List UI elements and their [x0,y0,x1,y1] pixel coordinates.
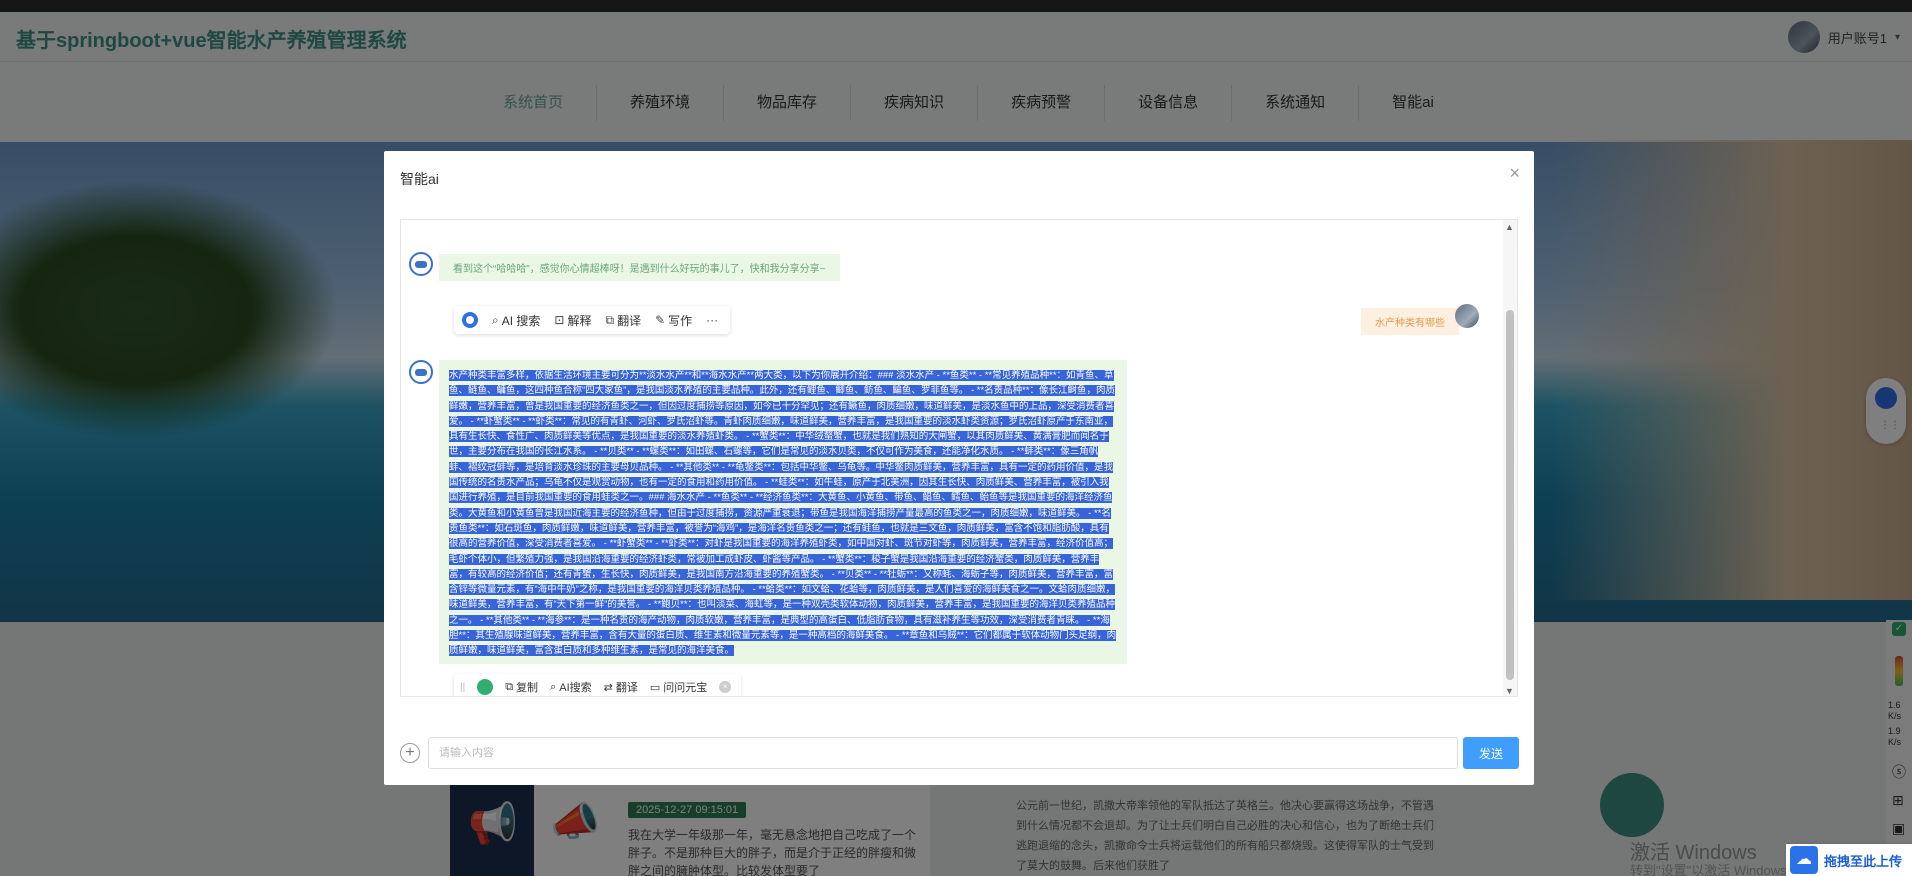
bot-answer-text[interactable]: 水产种类丰富多样，依据生活环境主要可分为**淡水水产**和**海水水产**两大类… [449,370,1117,657]
ai-search-label: AI 搜索 [501,313,541,328]
assistant-logo-icon[interactable] [462,312,478,328]
explain-label: 解释 [567,313,592,328]
ask-yuanbao-label: 问问元宝 [663,682,708,694]
explain-button[interactable]: ⊡ 解释 [554,312,591,329]
translate-icon: ⧉ [605,312,615,327]
write-button[interactable]: ✎ 写作 [655,312,692,329]
copy-icon: ⧉ [505,680,514,693]
chat-input-row: + 发送 [400,737,1519,769]
add-attachment-button[interactable]: + [400,743,420,763]
explain-icon: ⊡ [554,313,565,327]
ai-search-button[interactable]: ⌕ AI搜索 [550,679,592,695]
upload-label: 拖拽至此上传 [1824,853,1903,869]
translate-button[interactable]: ⧉ 翻译 [606,312,642,329]
bot-message: 看到这个“哈哈哈”，感觉你心情超棒呀！是遇到什么好玩的事儿了，快和我分享分享~ [439,254,840,281]
more-icon[interactable]: ··· [706,313,718,327]
user-avatar [1455,304,1479,328]
cloud-upload-icon: ☁ [1790,846,1818,874]
translate-button[interactable]: ⇄ 翻译 [604,679,638,695]
bot-avatar-icon [409,252,433,276]
send-button[interactable]: 发送 [1463,737,1519,769]
ai-search-button[interactable]: ⌕ AI 搜索 [492,312,540,329]
dialog-title: 智能ai [400,171,439,187]
chat-icon: ▭ [649,681,661,694]
close-icon[interactable]: × [719,681,732,693]
selection-toolbar: ⌕ AI 搜索 ⊡ 解释 ⧉ 翻译 ✎ 写作 ··· [454,306,731,334]
copy-label: 复制 [516,682,539,694]
upload-dropzone[interactable]: ☁ 拖拽至此上传 [1786,844,1912,876]
copy-button[interactable]: ⧉ 复制 [505,679,538,695]
user-message: 水产种类有哪些 [1361,308,1459,335]
scroll-down-icon[interactable]: ▼ [1505,686,1514,696]
translate-label: 翻译 [615,682,638,694]
write-label: 写作 [668,313,693,328]
yuanbao-logo-icon[interactable] [477,679,494,695]
close-icon[interactable]: × [1509,163,1520,184]
search-icon: ⌕ [550,680,557,693]
drag-handle-icon[interactable]: || [460,682,465,693]
translate-label: 翻译 [617,313,642,328]
ask-yuanbao-button[interactable]: ▭ 问问元宝 [650,679,707,695]
ai-search-label: AI搜索 [559,682,592,694]
translate-icon: ⇄ [603,681,613,694]
chat-history[interactable]: 看到这个“哈哈哈”，感觉你心情超棒呀！是遇到什么好玩的事儿了，快和我分享分享~ … [400,219,1518,697]
message-input[interactable] [428,737,1458,769]
pen-icon: ✎ [655,313,666,327]
answer-action-bar: || ⧉ 复制 ⌕ AI搜索 ⇄ 翻译 ▭ 问问元宝 × [454,674,742,696]
bot-avatar-icon [409,360,433,384]
scroll-thumb[interactable] [1506,310,1514,680]
ai-chat-dialog: 智能ai × 看到这个“哈哈哈”，感觉你心情超棒呀！是遇到什么好玩的事儿了，快和… [384,151,1534,785]
search-icon: ⌕ [492,312,499,327]
bot-answer[interactable]: 水产种类丰富多样，依据生活环境主要可分为**淡水水产**和**海水水产**两大类… [439,360,1127,664]
chat-scrollbar[interactable]: ▲ ▼ [1503,220,1517,696]
scroll-up-icon[interactable]: ▲ [1505,222,1514,232]
